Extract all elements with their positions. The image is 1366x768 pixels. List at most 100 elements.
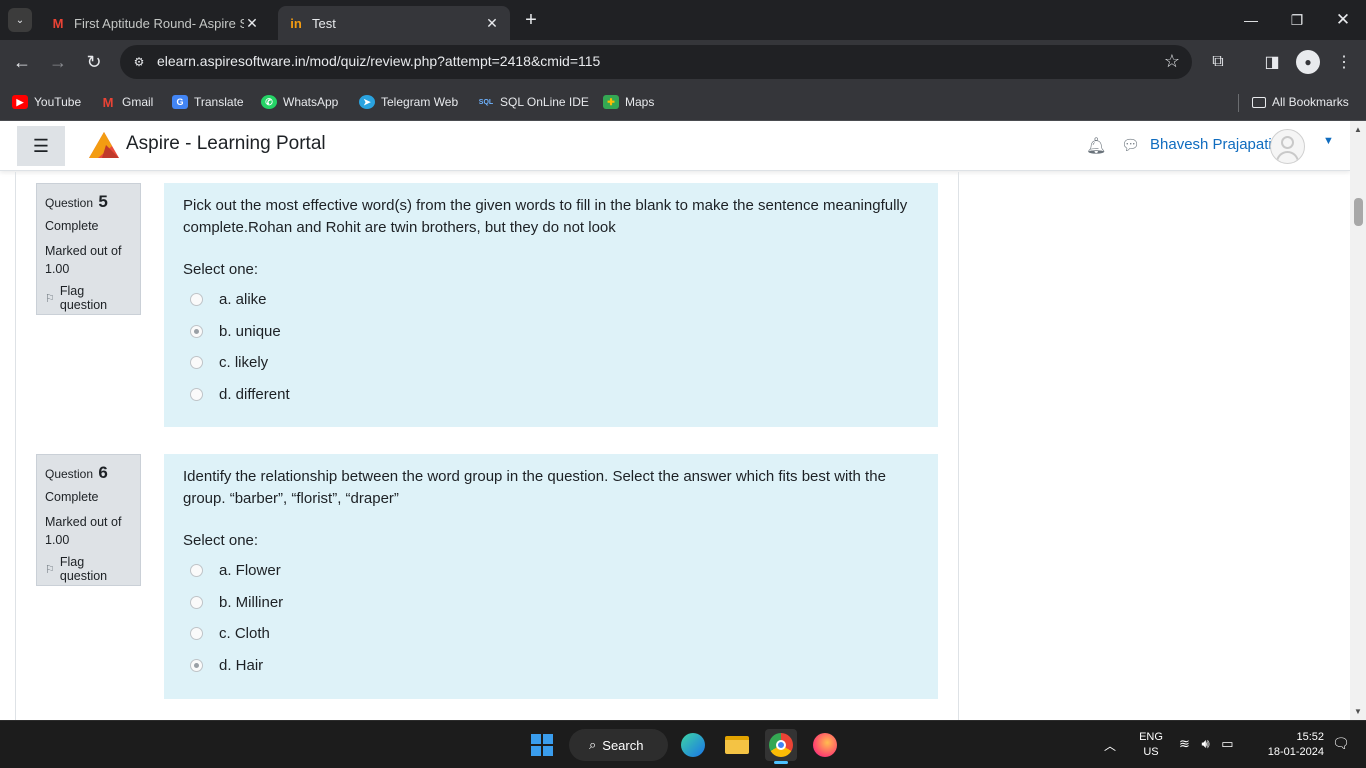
tray-overflow-chevron-icon[interactable]: ︿: [1104, 737, 1116, 754]
flag-question-button[interactable]: ⚐ Flag question: [45, 284, 132, 312]
side-panel-icon[interactable]: ◨: [1260, 50, 1284, 74]
bookmark-youtube[interactable]: ▶ YouTube: [12, 93, 81, 111]
firefox-icon[interactable]: [809, 729, 841, 761]
system-clock[interactable]: 15:52 18-01-2024: [1258, 730, 1324, 760]
close-window-icon[interactable]: ✕: [1320, 0, 1366, 40]
bookmark-whatsapp[interactable]: ✆ WhatsApp: [261, 93, 338, 111]
clock-date: 18-01-2024: [1267, 746, 1324, 758]
bookmarks-bar: ▶ YouTube M Gmail G Translate ✆ WhatsApp…: [0, 84, 1366, 121]
question-number: Question 5: [45, 192, 132, 212]
language-code: ENG: [1139, 731, 1163, 743]
windows-start-icon[interactable]: [531, 734, 553, 756]
answer-option[interactable]: a. Flower: [183, 555, 919, 587]
answer-option[interactable]: d. different: [183, 379, 919, 411]
tab-first-aptitude-round[interactable]: M First Aptitude Round- Aspire So ✕: [40, 6, 270, 40]
site-brand[interactable]: Aspire - Learning Portal: [126, 133, 326, 155]
question-number-value: 6: [98, 463, 108, 482]
answer-option[interactable]: c. Cloth: [183, 618, 919, 650]
tab-test[interactable]: in Test ✕: [278, 6, 510, 40]
radio-button[interactable]: [190, 658, 203, 672]
notification-bell-icon[interactable]: 🔔︎: [1086, 136, 1106, 156]
wifi-volume-battery-icon[interactable]: ≋ 🔊︎ ▭: [1179, 736, 1238, 752]
radio-button[interactable]: [190, 324, 203, 338]
answer-option[interactable]: c. likely: [183, 347, 919, 379]
user-avatar[interactable]: [1270, 129, 1305, 164]
bookmarks-divider: [1238, 94, 1239, 112]
notification-center-icon[interactable]: 🗨︎: [1332, 735, 1350, 752]
search-icon: ⌕: [589, 737, 597, 752]
address-bar[interactable]: ⚙ elearn.aspiresoftware.in/mod/quiz/revi…: [120, 45, 1192, 79]
answer-label: b. unique: [219, 322, 281, 340]
taskbar-search[interactable]: ⌕ Search: [569, 729, 668, 761]
question-6-content: Identify the relationship between the wo…: [164, 454, 938, 699]
scrollbar-thumb[interactable]: [1354, 198, 1363, 226]
radio-button[interactable]: [190, 387, 203, 401]
windows-taskbar: ⌕ Search ︿ ENG US ≋ 🔊︎ ▭ 15:52 18-01-202…: [0, 720, 1366, 768]
answer-label: b. Milliner: [219, 593, 284, 611]
restore-icon[interactable]: ❐: [1274, 0, 1320, 40]
page-scrollbar[interactable]: ▲ ▼: [1350, 121, 1366, 720]
question-5-content: Pick out the most effective word(s) from…: [164, 183, 938, 427]
question-label: Question: [45, 467, 94, 481]
radio-button[interactable]: [190, 293, 203, 307]
file-explorer-icon[interactable]: [721, 729, 753, 761]
scroll-down-arrow-icon[interactable]: ▼: [1354, 707, 1362, 716]
region-code: US: [1143, 746, 1159, 758]
bookmark-star-icon[interactable]: ☆: [1164, 51, 1180, 72]
select-one-prompt: Select one:: [183, 532, 259, 549]
all-bookmarks-button[interactable]: All Bookmarks: [1252, 93, 1349, 111]
tab-close-icon[interactable]: ✕: [244, 15, 260, 32]
minimize-icon[interactable]: —: [1228, 0, 1274, 40]
radio-button[interactable]: [190, 595, 203, 609]
bookmark-telegram[interactable]: ➤ Telegram Web: [359, 93, 458, 111]
answer-option[interactable]: a. alike: [183, 284, 919, 316]
scroll-up-arrow-icon[interactable]: ▲: [1354, 125, 1362, 134]
answer-label: c. Cloth: [219, 625, 270, 643]
flag-question-button[interactable]: ⚐ Flag question: [45, 555, 132, 583]
reload-icon[interactable]: ↻: [82, 50, 106, 74]
flag-icon: ⚐: [45, 292, 55, 305]
bookmark-maps[interactable]: ✚ Maps: [603, 93, 654, 111]
question-state: Complete: [45, 490, 99, 504]
bookmark-label: Telegram Web: [381, 95, 459, 109]
input-language[interactable]: ENG US: [1138, 730, 1164, 760]
bookmark-label: SQL OnLine IDE: [500, 95, 589, 109]
answer-option[interactable]: b. unique: [183, 316, 919, 348]
question-grade: Marked out of 1.00: [45, 515, 122, 547]
question-number-value: 5: [98, 192, 108, 211]
search-label: Search: [602, 737, 644, 753]
aspire-in-icon: in: [290, 15, 302, 31]
site-settings-icon[interactable]: ⚙: [128, 51, 150, 73]
forward-arrow-icon[interactable]: →: [46, 50, 70, 74]
radio-button[interactable]: [190, 627, 203, 641]
radio-button[interactable]: [190, 564, 203, 578]
bookmark-gmail[interactable]: M Gmail: [100, 93, 154, 111]
bookmark-sql-online-ide[interactable]: SQL SQL OnLine IDE: [478, 93, 589, 111]
user-menu-caret-icon[interactable]: ▼: [1323, 135, 1334, 147]
answer-option[interactable]: d. Hair: [183, 650, 919, 682]
avatar-head: [1281, 136, 1294, 149]
answer-options: a. Flower b. Milliner c. Cloth d. Hair: [183, 555, 919, 681]
chrome-icon[interactable]: [765, 729, 797, 764]
profile-avatar-icon[interactable]: ●: [1296, 50, 1320, 74]
content-border: [15, 172, 16, 720]
extensions-puzzle-icon[interactable]: ⧉: [1206, 50, 1230, 74]
bookmark-translate[interactable]: G Translate: [172, 93, 244, 111]
messages-chat-icon[interactable]: 💬︎: [1121, 136, 1140, 154]
edge-icon[interactable]: [677, 729, 709, 761]
url-text[interactable]: elearn.aspiresoftware.in/mod/quiz/review…: [157, 53, 600, 69]
question-text: Identify the relationship between the wo…: [183, 468, 886, 507]
answer-option[interactable]: b. Milliner: [183, 587, 919, 619]
drawer-hamburger-icon[interactable]: ☰: [17, 126, 65, 166]
back-arrow-icon[interactable]: ←: [10, 50, 34, 74]
tab-title: Test: [312, 15, 336, 31]
tab-search-chevron-icon[interactable]: ⌄: [8, 8, 32, 32]
more-menu-icon[interactable]: ⋮: [1332, 50, 1356, 74]
user-name[interactable]: Bhavesh Prajapati: [1150, 136, 1272, 153]
tab-close-icon[interactable]: ✕: [484, 15, 500, 32]
radio-button[interactable]: [190, 356, 203, 370]
content-border: [958, 172, 959, 720]
aspire-logo: [89, 132, 119, 158]
select-one-prompt: Select one:: [183, 261, 259, 278]
new-tab-plus-icon[interactable]: +: [520, 9, 542, 31]
